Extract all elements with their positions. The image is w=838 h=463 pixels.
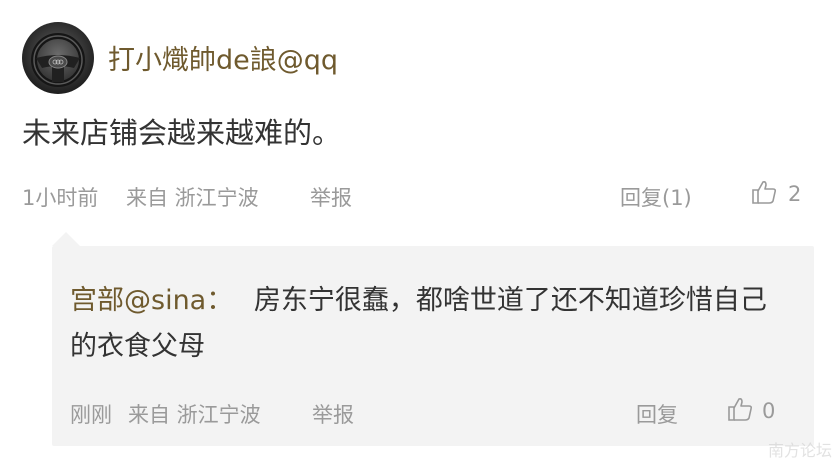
comment-like-count: 2 [788, 182, 802, 206]
comment-username[interactable]: 打小熾帥de誏@qq [108, 38, 338, 77]
reply-pointer [52, 232, 80, 246]
comment-source: 来自 浙江宁波 [126, 186, 259, 210]
steering-wheel-icon [31, 33, 85, 87]
avatar[interactable] [22, 22, 94, 94]
thumbs-up-icon[interactable] [726, 395, 754, 423]
comment-text: 未来店铺会越来越难的。 [22, 116, 342, 150]
watermark: 南方论坛 [767, 441, 832, 460]
reply-reply-button[interactable]: 回复 [636, 399, 678, 429]
comment-time: 1小时前 [22, 186, 99, 210]
reply-like-count: 0 [762, 399, 776, 423]
thumbs-up-icon[interactable] [750, 178, 778, 206]
comment-meta: 1小时前 来自 浙江宁波 举报 回复(1) 2 [22, 180, 812, 214]
comment-reply-button[interactable]: 回复(1) [620, 182, 692, 212]
reply-report-button[interactable]: 举报 [312, 399, 354, 429]
reply-meta: 刚刚 来自 浙江宁波 举报 回复 0 [70, 397, 790, 431]
reply-username[interactable]: 宫部@sina [70, 285, 206, 316]
reply-time: 刚刚 [70, 403, 112, 427]
reply-separator: ： [206, 285, 234, 316]
reply-content: 宫部@sina： 房东宁很蠢，都啥世道了还不知道珍惜自己的衣食父母 [70, 278, 790, 370]
reply-source: 来自 浙江宁波 [128, 403, 261, 427]
comment-report-button[interactable]: 举报 [310, 182, 352, 212]
